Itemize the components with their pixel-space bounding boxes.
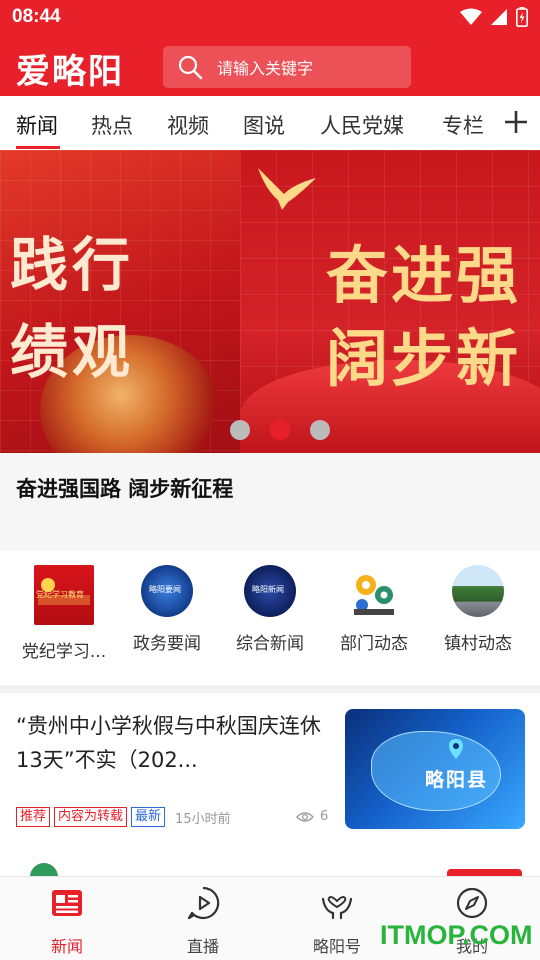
nav-live[interactable]: 直播 — [153, 885, 253, 957]
banner-slide-right: 奋进强 阔步新 — [240, 150, 540, 453]
news-age: 15小时前 — [175, 811, 231, 827]
tag-latest: 最新 — [131, 807, 166, 827]
town-village-icon — [452, 565, 504, 617]
news-views: 6 — [296, 809, 328, 824]
category-department-updates[interactable]: 部门动态 — [322, 565, 426, 654]
carousel-dot[interactable] — [310, 420, 330, 440]
category-government-news[interactable]: 略阳要闻 政务要闻 — [115, 565, 219, 654]
app-header: 08:44 爱略阳 请输入关键字 — [0, 0, 540, 96]
carousel-dot-active[interactable] — [270, 420, 290, 440]
tab-columns[interactable]: 专栏 — [442, 110, 484, 140]
department-gears-icon — [348, 565, 400, 617]
tab-hot[interactable]: 热点 — [91, 110, 133, 140]
banner-left-line-1: 践行 — [10, 231, 135, 299]
nav-lueyang-account[interactable]: 略阳号 — [287, 885, 387, 957]
signal-icon — [491, 9, 507, 25]
search-input[interactable]: 请输入关键字 — [163, 46, 411, 88]
tab-peoples-media[interactable]: 人民党媒 — [320, 110, 404, 140]
category-label: 党纪学习... — [21, 642, 107, 662]
battery-icon — [516, 7, 528, 27]
status-icons — [460, 6, 528, 28]
category-general-news[interactable]: 略阳新闻 综合新闻 — [218, 565, 322, 654]
tab-news[interactable]: 新闻 — [16, 110, 58, 140]
news-thumbnail[interactable]: 略阳县 — [345, 709, 525, 829]
category-label: 综合新闻 — [236, 634, 304, 654]
government-news-icon: 略阳要闻 — [141, 565, 193, 617]
news-meta: 推荐 内容为转载 最新 15小时前 — [16, 807, 231, 827]
general-news-icon-text: 略阳新闻 — [252, 585, 284, 594]
tab-pictures[interactable]: 图说 — [243, 110, 285, 140]
app-logo: 爱略阳 — [16, 52, 124, 92]
category-party-discipline[interactable]: 党纪学习教育 党纪学习... — [12, 565, 116, 662]
play-icon — [187, 886, 220, 920]
banner-carousel[interactable]: 践行 绩观 奋进强 阔步新 — [0, 150, 540, 453]
news-title[interactable]: “贵州中小学秋假与中秋国庆连休13天”不实（202... — [16, 709, 326, 777]
status-bar: 08:44 — [0, 0, 540, 34]
location-pin-icon — [449, 739, 463, 759]
tab-video[interactable]: 视频 — [167, 110, 209, 140]
wifi-icon — [460, 8, 482, 25]
government-news-icon-text: 略阳要闻 — [149, 585, 181, 594]
category-label: 镇村动态 — [444, 634, 512, 654]
banner-left-line-2: 绩观 — [10, 318, 135, 386]
nav-label: 略阳号 — [312, 937, 361, 956]
active-tab-indicator — [16, 146, 60, 149]
banner-right-line-2: 阔步新 — [326, 322, 522, 395]
thumbnail-label: 略阳县 — [425, 769, 489, 791]
category-row: 党纪学习教育 党纪学习... 略阳要闻 政务要闻 略阳新闻 综合新闻 部门动态 — [0, 551, 540, 685]
banner-slide-left: 践行 绩观 — [0, 150, 240, 453]
banner-caption[interactable]: 奋进强国路 阔步新征程 — [16, 473, 233, 503]
view-count: 6 — [320, 809, 329, 824]
news-feed: “贵州中小学秋假与中秋国庆连休13天”不实（202... 推荐 内容为转载 最新… — [0, 693, 540, 877]
search-icon — [178, 55, 203, 80]
carousel-dot[interactable] — [230, 420, 250, 440]
section-divider — [0, 685, 540, 693]
channel-tabs: 新闻 热点 视频 图说 人民党媒 专栏 — [0, 96, 540, 150]
header-bar: 爱略阳 请输入关键字 — [0, 34, 540, 96]
eye-icon — [296, 811, 314, 822]
dove-icon — [258, 168, 316, 210]
newspaper-icon — [52, 890, 82, 916]
next-item-avatar — [30, 863, 58, 877]
nav-news[interactable]: 新闻 — [17, 885, 117, 957]
general-news-icon: 略阳新闻 — [244, 565, 296, 617]
search-placeholder: 请输入关键字 — [217, 59, 314, 78]
tag-recommended: 推荐 — [16, 807, 51, 827]
heart-hands-icon — [321, 896, 353, 920]
category-town-village-updates[interactable]: 镇村动态 — [426, 565, 530, 654]
banner-right-line-1: 奋进强 — [326, 239, 522, 312]
tag-reposted: 内容为转载 — [54, 807, 128, 827]
status-time: 08:44 — [12, 6, 61, 27]
site-watermark: ITMOP.COM — [380, 920, 533, 950]
compass-icon — [456, 887, 488, 919]
nav-label: 新闻 — [50, 937, 83, 956]
party-study-icon-text: 党纪学习教育 — [36, 590, 84, 599]
nav-label: 直播 — [186, 937, 219, 956]
banner-caption-area[interactable]: 奋进强国路 阔步新征程 — [0, 453, 540, 551]
category-label: 政务要闻 — [133, 634, 201, 654]
add-channel-icon[interactable] — [502, 108, 530, 136]
category-label: 部门动态 — [340, 634, 408, 654]
carousel-indicator — [230, 420, 330, 440]
party-emblem-icon: 党纪学习教育 — [34, 565, 94, 625]
